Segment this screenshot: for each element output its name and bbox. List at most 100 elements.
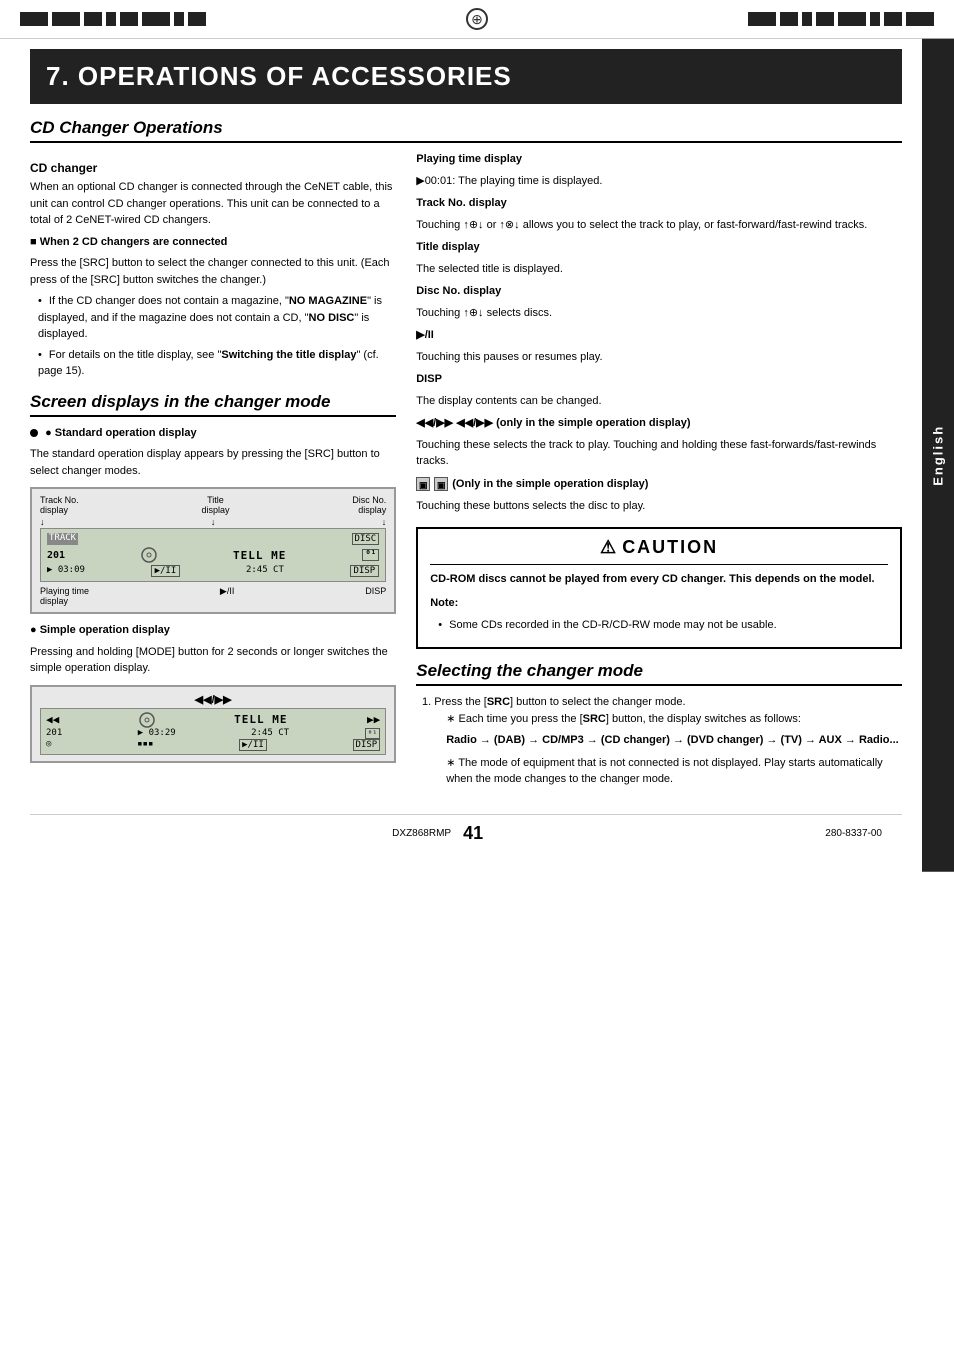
language-tab: English [922, 39, 954, 872]
select-section-title: Selecting the changer mode [416, 661, 643, 680]
simple-screen-row3: ◎ ▪▪▪ ▶/II DISP [46, 739, 380, 751]
simple-display-desc: Pressing and holding [MODE] button for 2… [30, 644, 396, 677]
ff-rew-heading: ◀◀/▶▶ ◀◀/▶▶ (only in the simple operatio… [416, 415, 902, 432]
bar-segment [20, 12, 48, 26]
standard-display-label: ● Standard operation display [30, 425, 396, 442]
title-text: Title [201, 495, 229, 505]
disc-select-heading: ▣ ▣ (Only in the simple operation displa… [416, 476, 902, 494]
bar-segment [84, 12, 102, 26]
disc-no-display-body: Touching ↑⊕↓ selects discs. [416, 305, 902, 322]
disc-select-body: Touching these buttons selects the disc … [416, 498, 902, 515]
screen-track-num: 201 [47, 550, 65, 561]
cd-changer-intro: When an optional CD changer is connected… [30, 179, 396, 229]
screen-time-right: 2:45 CT [246, 565, 284, 577]
disc-no-sub-text: display [352, 505, 386, 515]
screen-time-left: ▶ 03:09 [47, 565, 85, 577]
caution-title-text: CAUTION [622, 537, 718, 558]
list-item: • For details on the title display, see … [38, 347, 396, 380]
ff-rew-body: Touching these selects the track to play… [416, 437, 902, 470]
playing-time-display-label: Playing time display [40, 586, 89, 606]
part-number: 280-8337-00 [825, 828, 882, 839]
simple-display-arrow-label: ◀◀/▶▶ [40, 693, 386, 706]
disp-label-bottom: DISP [365, 586, 386, 606]
display-arrows: ↓↓↓ [40, 517, 386, 527]
title-label: Title display [201, 495, 229, 515]
step1-text: Press the [SRC] button to select the cha… [434, 696, 685, 708]
display-screen: TRACK DISC 201 TELL ME [40, 528, 386, 582]
bar-segment [188, 12, 206, 26]
selecting-section: Selecting the changer mode Press the [SR… [416, 661, 902, 788]
screen-track-indicator: TRACK [47, 533, 78, 545]
simple-screen-ff: ▶▶ [367, 713, 380, 726]
screen-middle-row: 201 TELL ME ⁰¹ [47, 547, 379, 563]
list-item: • Some CDs recorded in the CD-R/CD-RW mo… [438, 617, 888, 634]
playing-time-body-text: ▶00:01: The playing time is displayed. [416, 175, 602, 187]
language-tab-text: English [931, 425, 946, 486]
simple-screen-disp: DISP [353, 739, 381, 751]
bullet-circle-icon [30, 429, 38, 437]
cd-changer-section-title: CD Changer Operations [30, 118, 223, 137]
switch-order: Radio → (DAB) → CD/MP3 → (CD changer) → … [446, 732, 902, 749]
disp-body: The display contents can be changed. [416, 393, 902, 410]
screen-top-row: TRACK DISC [47, 533, 379, 545]
simple-screen-icon1: ◎ [46, 739, 51, 751]
bar-segment [120, 12, 138, 26]
simple-display-diagram: ◀◀/▶▶ ◀◀ TELL ME ▶▶ [30, 685, 396, 763]
disp-heading-text: DISP [416, 373, 442, 385]
screen-bottom-row: ▶ 03:09 ▶/II 2:45 CT DISP [47, 565, 379, 577]
bar-segment [174, 12, 184, 26]
cd-changer-intro-text: When an optional CD changer is connected… [30, 181, 392, 226]
bottom-bar-right: 280-8337-00 [825, 828, 882, 839]
play-pause-body: Touching this pauses or resumes play. [416, 349, 902, 366]
bar-segment [870, 12, 880, 26]
model-code: DXZ868RMP [392, 828, 451, 839]
select-section-heading: Selecting the changer mode [416, 661, 902, 686]
disc-no-body-text: Touching ↑⊕↓ selects discs. [416, 307, 552, 319]
simple-screen-disc: ⁰¹ [365, 728, 381, 739]
bar-segment [780, 12, 798, 26]
bar-segment [106, 12, 116, 26]
bottom-bar: DXZ868RMP 41 280-8337-00 [30, 814, 902, 852]
asterisk-note-2-text: The mode of equipment that is not connec… [446, 757, 882, 786]
screen-disc-number: DISC [352, 533, 380, 545]
caution-body-text: CD-ROM discs cannot be played from every… [430, 573, 874, 585]
cd-changer-subheading: CD changer [30, 161, 396, 175]
title-display-body: The selected title is displayed. [416, 261, 902, 278]
screen-play-pause-btn: ▶/II [151, 565, 181, 577]
when-2-cd-label-text: ■ When 2 CD changers are connected [30, 236, 227, 248]
track-no-body-text: Touching ↑⊕↓ or ↑⊗↓ allows you to select… [416, 219, 867, 231]
playing-time-display-heading: Playing time display [416, 151, 902, 168]
disc-no-display-heading: Disc No. display [416, 283, 902, 300]
top-bar-left-decoration [20, 12, 206, 26]
track-no-display-body: Touching ↑⊕↓ or ↑⊗↓ allows you to select… [416, 217, 902, 234]
screen-cd-icon [141, 547, 157, 563]
two-column-layout: CD changer When an optional CD changer i… [30, 151, 902, 794]
track-no-heading-text: Track No. display [416, 197, 506, 209]
caution-box: ⚠ CAUTION CD-ROM discs cannot be played … [416, 527, 902, 650]
display-labels-bottom: Playing time display ▶/II DISP [40, 586, 386, 606]
note-list: • Some CDs recorded in the CD-R/CD-RW mo… [438, 617, 888, 634]
simple-screen-bars: ▪▪▪ [137, 739, 153, 751]
disc-select-body-text: Touching these buttons selects the disc … [416, 500, 645, 512]
disc-select-heading-text: ▣ ▣ (Only in the simple operation displa… [416, 476, 648, 493]
simple-display-arrow-text: ◀◀/▶▶ [195, 694, 232, 706]
chapter-heading-text: 7. OPERATIONS OF ACCESSORIES [46, 61, 512, 91]
select-steps-list: Press the [SRC] button to select the cha… [434, 694, 902, 788]
simple-screen-row2: 201 ▶ 03:29 2:45 CT ⁰¹ [46, 728, 380, 739]
screen-title: TELL ME [233, 549, 286, 562]
standard-display-desc-text: The standard operation display appears b… [30, 448, 380, 477]
bar-segment [906, 12, 934, 26]
bar-segment [838, 12, 866, 26]
left-column: CD changer When an optional CD changer i… [30, 151, 396, 794]
disp-body-text: The display contents can be changed. [416, 395, 601, 407]
simple-screen-cd-icon [139, 712, 155, 728]
playing-time-display-body: ▶00:01: The playing time is displayed. [416, 173, 902, 190]
cd-changer-bullets: • If the CD changer does not contain a m… [38, 293, 396, 380]
bar-segment [748, 12, 776, 26]
play-pause-heading: ▶/II [416, 327, 902, 344]
main-content: 7. OPERATIONS OF ACCESSORIES CD Changer … [0, 39, 922, 872]
when-2-cd-label: ■ When 2 CD changers are connected [30, 234, 396, 251]
display-labels-top: Track No. display Title display Disc No.… [40, 495, 386, 515]
top-bar-right-decoration [748, 12, 934, 26]
disp-heading: DISP [416, 371, 902, 388]
